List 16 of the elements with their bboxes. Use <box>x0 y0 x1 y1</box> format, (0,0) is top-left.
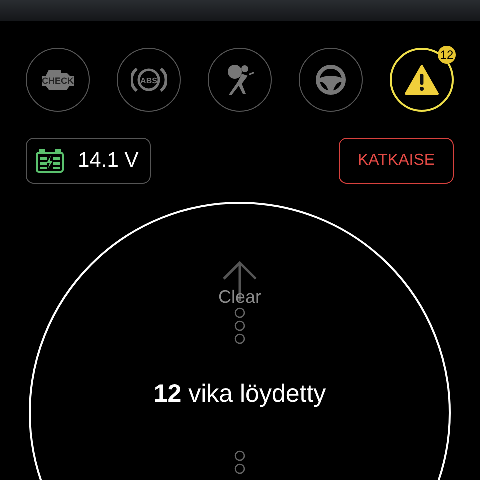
battery-icon <box>36 149 64 173</box>
warning-light-button[interactable] <box>299 48 363 112</box>
abs-label: ABS <box>140 76 158 86</box>
disconnect-button[interactable]: KATKAISE <box>339 138 454 184</box>
warning-light-button[interactable]: 12 <box>390 48 454 112</box>
check-label: CHECK <box>42 76 74 86</box>
steering-wheel-icon <box>315 64 347 96</box>
warning-light-button[interactable]: ABS <box>117 48 181 112</box>
warning-icon <box>405 65 439 95</box>
fault-count: 12 vika löydetty <box>152 379 328 410</box>
voltage-reading: 14.1 V <box>78 148 139 174</box>
clear-hint: Clear <box>217 286 262 309</box>
warning-light-button[interactable]: CHECK <box>26 48 90 112</box>
count-badge: 12 <box>438 46 456 64</box>
dots-icon <box>232 307 248 345</box>
warning-light-button[interactable] <box>208 48 272 112</box>
